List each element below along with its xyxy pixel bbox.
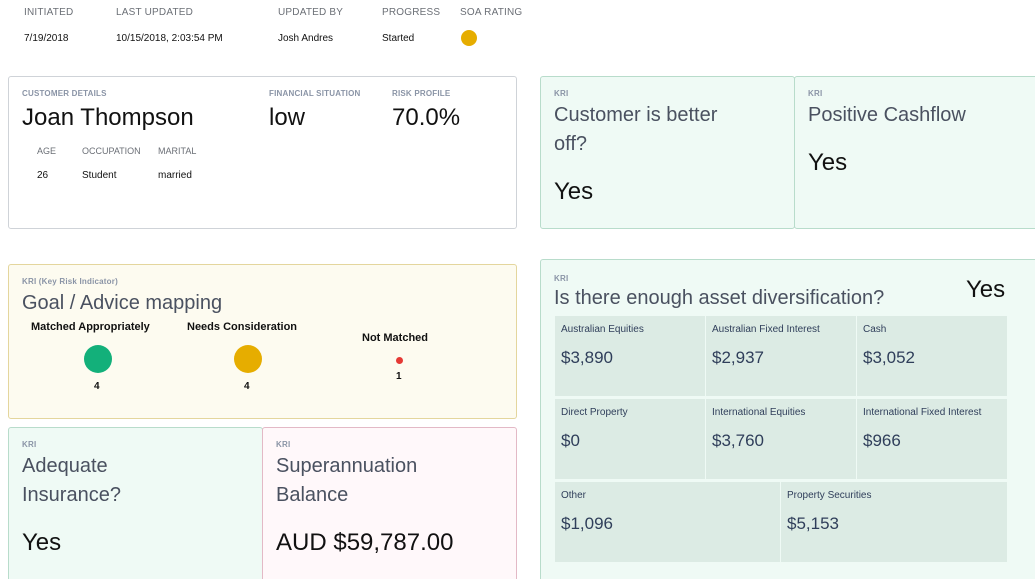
kri-tag: KRI	[808, 89, 823, 98]
initiated-value: 7/19/2018	[24, 33, 69, 44]
kri-title: Positive Cashflow	[808, 104, 966, 126]
kri-asset-diversification-card: KRI Is there enough asset diversificatio…	[540, 259, 1035, 579]
soa-rating-indicator-icon	[461, 30, 477, 46]
kri-answer: Yes	[966, 276, 1006, 303]
matched-appropriately-count: 4	[94, 381, 100, 392]
asset-label: International Fixed Interest	[863, 407, 982, 418]
asset-cell-australian-equities: Australian Equities $3,890	[555, 316, 705, 396]
asset-cell-other: Other $1,096	[555, 482, 780, 562]
asset-cell-international-fixed-interest: International Fixed Interest $966	[857, 399, 1007, 479]
customer-details-card: CUSTOMER DETAILS Joan Thompson FINANCIAL…	[8, 76, 517, 229]
kri-tag: KRI	[554, 89, 569, 98]
not-matched-label: Not Matched	[362, 332, 428, 344]
kri-customer-better-off-card: KRI Customer is better off? Yes	[540, 76, 795, 229]
kri-tag: KRI	[22, 440, 37, 449]
kri-answer: Yes	[554, 178, 594, 205]
not-matched-count: 1	[396, 371, 402, 382]
asset-label: International Equities	[712, 407, 806, 418]
kri-title-line1: Superannuation	[276, 455, 418, 477]
initiated-label: INITIATED	[24, 7, 74, 18]
kri-adequate-insurance-card: KRI Adequate Insurance? Yes	[8, 427, 263, 579]
goal-tag: KRI (Key Risk Indicator)	[22, 277, 118, 286]
asset-value: $2,937	[712, 348, 764, 367]
asset-value: $0	[561, 431, 580, 450]
kri-superannuation-balance-card: KRI Superannuation Balance AUD $59,787.0…	[262, 427, 517, 579]
asset-label: Other	[561, 490, 587, 501]
asset-value: $1,096	[561, 514, 613, 533]
needs-consideration-label: Needs Consideration	[187, 321, 298, 333]
kri-title-line2: off?	[554, 133, 587, 155]
kri-positive-cashflow-card: KRI Positive Cashflow Yes	[794, 76, 1035, 229]
kri-answer: AUD $59,787.00	[276, 529, 454, 556]
not-matched-dot-icon	[396, 357, 403, 364]
asset-cell-property-securities: Property Securities $5,153	[781, 482, 1007, 562]
last-updated-value: 10/15/2018, 2:03:54 PM	[116, 33, 223, 44]
risk-profile-value: 70.0%	[392, 104, 461, 131]
asset-cell-international-equities: International Equities $3,760	[706, 399, 856, 479]
asset-value: $3,890	[561, 348, 613, 367]
asset-value: $5,153	[787, 514, 839, 533]
updated-by-value: Josh Andres	[278, 33, 334, 44]
kri-tag: KRI	[554, 274, 569, 283]
kri-title-line2: Balance	[276, 484, 349, 506]
asset-label: Direct Property	[561, 407, 628, 418]
goal-advice-mapping-card: KRI (Key Risk Indicator) Goal / Advice m…	[8, 264, 517, 419]
asset-label: Cash	[863, 324, 887, 335]
kri-title: Is there enough asset diversification?	[554, 287, 885, 309]
matched-appropriately-dot-icon	[84, 345, 112, 373]
kri-title-line2: Insurance?	[22, 484, 121, 506]
last-updated-label: LAST UPDATED	[116, 7, 194, 18]
kri-tag: KRI	[276, 440, 291, 449]
soa-rating-label: SOA RATING	[460, 7, 523, 18]
asset-cell-australian-fixed-interest: Australian Fixed Interest $2,937	[706, 316, 856, 396]
age-label: AGE	[37, 146, 57, 156]
kri-title-line1: Adequate	[22, 455, 108, 477]
matched-appropriately-label: Matched Appropriately	[31, 321, 150, 333]
financial-situation-label: FINANCIAL SITUATION	[269, 89, 361, 98]
progress-value: Started	[382, 33, 415, 44]
asset-cell-cash: Cash $3,052	[857, 316, 1007, 396]
customer-name: Joan Thompson	[22, 104, 194, 131]
age-value: 26	[37, 170, 49, 181]
kri-answer: Yes	[22, 529, 62, 556]
needs-consideration-count: 4	[244, 381, 250, 392]
progress-label: PROGRESS	[382, 7, 441, 18]
asset-value: $966	[863, 431, 901, 450]
marital-value: married	[158, 170, 192, 181]
asset-label: Australian Fixed Interest	[712, 324, 820, 335]
asset-value: $3,760	[712, 431, 764, 450]
asset-cell-direct-property: Direct Property $0	[555, 399, 705, 479]
occupation-label: OCCUPATION	[82, 146, 141, 156]
kri-title-line1: Customer is better	[554, 104, 718, 126]
customer-details-label: CUSTOMER DETAILS	[22, 89, 107, 98]
financial-situation-value: low	[269, 104, 306, 131]
asset-label: Property Securities	[787, 490, 872, 501]
updated-by-label: UPDATED BY	[278, 7, 344, 18]
marital-label: MARITAL	[158, 146, 197, 156]
goal-title: Goal / Advice mapping	[22, 292, 223, 314]
asset-label: Australian Equities	[561, 324, 644, 335]
asset-value: $3,052	[863, 348, 915, 367]
risk-profile-label: RISK PROFILE	[392, 89, 451, 98]
occupation-value: Student	[82, 170, 117, 181]
needs-consideration-dot-icon	[234, 345, 262, 373]
kri-answer: Yes	[808, 149, 848, 176]
